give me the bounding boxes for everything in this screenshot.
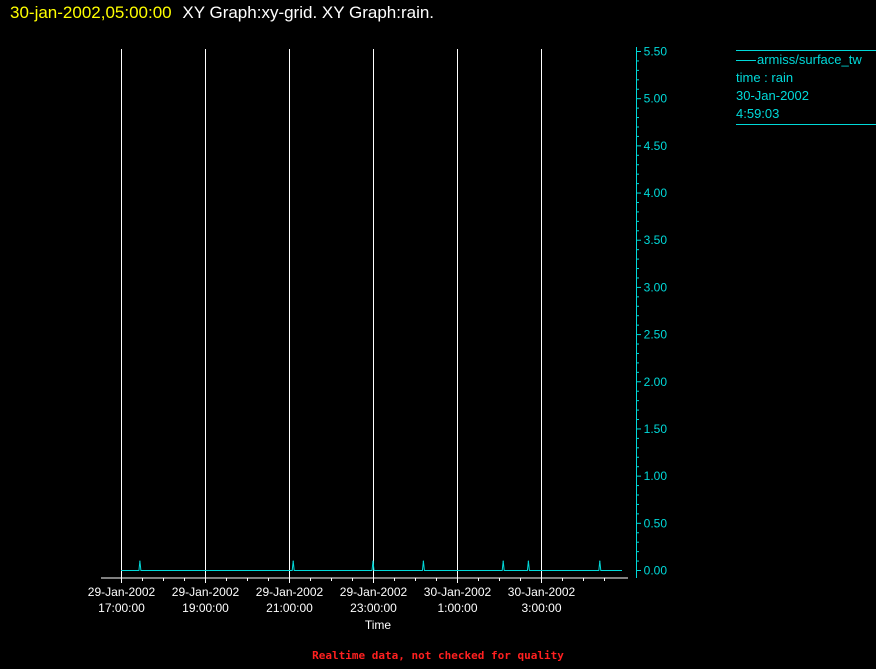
series-line-rain — [121, 561, 622, 571]
y-tick-label: 0.50 — [644, 516, 668, 530]
legend-series-row: armiss/surface_tw — [736, 51, 876, 69]
x-tick-label-time: 3:00:00 — [521, 601, 561, 615]
x-tick-label-time: 17:00:00 — [98, 601, 145, 615]
legend-swatch — [736, 60, 756, 62]
x-tick-label-time: 19:00:00 — [182, 601, 229, 615]
grid-layer — [121, 49, 542, 578]
legend-variables: time : rain — [736, 70, 794, 85]
x-tick-label-time: 23:00:00 — [350, 601, 397, 615]
data-point — [502, 560, 504, 562]
axis-layer: 29-Jan-2002 17:00:00 29-Jan-2002 19:00:00 29… — [88, 45, 668, 616]
x-axis-label: Time — [365, 618, 392, 632]
y-tick-label: 3.00 — [644, 280, 668, 294]
y-tick-label: 3.50 — [644, 233, 668, 247]
legend-date: 30-Jan-2002 — [736, 88, 809, 103]
legend-bottom-rule — [736, 124, 876, 125]
data-point — [292, 560, 294, 562]
data-point — [599, 560, 601, 562]
x-tick-label-time: 1:00:00 — [437, 601, 477, 615]
x-tick-label-date: 30-Jan-2002 — [508, 585, 576, 599]
y-tick-label: 0.00 — [644, 564, 668, 578]
y-tick-label: 4.00 — [644, 186, 668, 200]
x-tick-label-date: 29-Jan-2002 — [340, 585, 408, 599]
data-point — [527, 560, 530, 562]
legend-time: 4:59:03 — [736, 106, 780, 121]
legend-series-name: armiss/surface_tw — [757, 52, 862, 67]
y-tick-label: 2.00 — [644, 375, 668, 389]
x-tick-label-date: 29-Jan-2002 — [256, 585, 324, 599]
y-tick-label: 4.50 — [644, 139, 668, 153]
y-tick-label: 5.00 — [644, 92, 668, 106]
y-tick-label: 1.00 — [644, 469, 668, 483]
quality-warning: Realtime data, not checked for quality — [312, 649, 564, 662]
y-tick-label: 5.50 — [644, 45, 668, 59]
data-point — [372, 560, 374, 562]
data-point — [422, 560, 424, 562]
x-tick-label-time: 21:00:00 — [266, 601, 313, 615]
x-tick-label-date: 29-Jan-2002 — [172, 585, 240, 599]
y-tick-label: 2.50 — [644, 328, 668, 342]
data-point — [139, 560, 141, 562]
series-layer — [121, 560, 622, 571]
legend: armiss/surface_tw time : rain 30-Jan-200… — [736, 50, 876, 125]
x-tick-label-date: 30-Jan-2002 — [424, 585, 492, 599]
x-tick-label-date: 29-Jan-2002 — [88, 585, 156, 599]
y-tick-label: 1.50 — [644, 422, 668, 436]
